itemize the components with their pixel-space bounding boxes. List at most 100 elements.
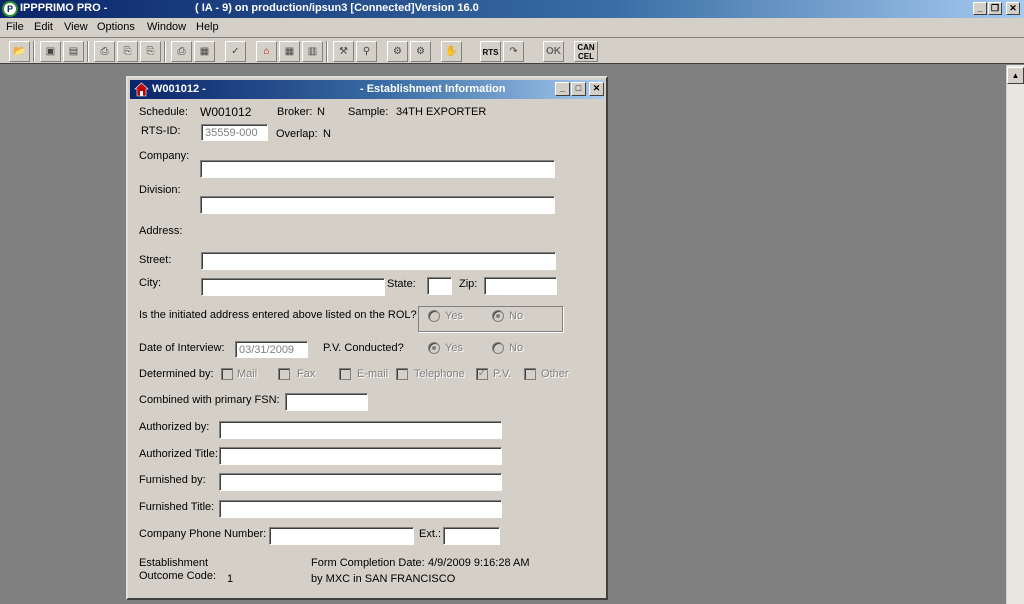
authorized-title-field[interactable] xyxy=(219,447,502,465)
authorized-by-label: Authorized by: xyxy=(139,421,210,433)
report-icon[interactable]: ▦ xyxy=(194,41,215,62)
rol-option-group xyxy=(418,306,563,332)
toolbar-separator xyxy=(33,41,35,62)
vertical-scrollbar[interactable]: ▲ xyxy=(1006,65,1024,604)
company-field[interactable] xyxy=(200,160,555,178)
form-completion-date: 4/9/2009 9:16:28 AM xyxy=(428,557,530,569)
form-completion-label: Form Completion Date: xyxy=(311,557,425,569)
search-icon[interactable]: ⚲ xyxy=(356,41,377,62)
tools-icon[interactable]: ⚒ xyxy=(333,41,354,62)
mail-label: Mail xyxy=(237,368,258,380)
sample-label: Sample: xyxy=(348,106,389,118)
checkmark-icon[interactable]: ✓ xyxy=(225,41,246,62)
rts-button[interactable]: RTS xyxy=(480,41,501,62)
menu-window[interactable]: Window xyxy=(147,21,186,33)
ext-label: Ext.: xyxy=(419,528,442,540)
app-title-bar: P IPPPRIMO PRO - ( IA - 9) on production… xyxy=(0,0,1024,18)
combined-fsn-label: Combined with primary FSN: xyxy=(139,394,280,406)
scroll-up-arrow-icon[interactable]: ▲ xyxy=(1007,67,1024,84)
pv-no-radio[interactable] xyxy=(492,342,504,354)
city-label: City: xyxy=(139,277,161,289)
state-field[interactable] xyxy=(427,277,452,295)
rts-id-label: RTS-ID: xyxy=(141,125,181,137)
app-close-button[interactable]: ✕ xyxy=(1006,2,1020,15)
fax-checkbox[interactable] xyxy=(278,368,290,380)
hand-icon[interactable]: ✋ xyxy=(441,41,462,62)
rol-no-radio[interactable] xyxy=(492,310,504,322)
other-checkbox[interactable] xyxy=(524,368,536,380)
other-label: Other xyxy=(541,368,569,380)
dialog-close-button[interactable]: ✕ xyxy=(589,82,604,96)
app-restore-button[interactable]: ❐ xyxy=(988,2,1002,15)
establishment-house-icon[interactable]: ⌂ xyxy=(256,41,277,62)
overlap-value: N xyxy=(323,128,331,140)
address-label: Address: xyxy=(139,225,183,237)
pv-yes-label: Yes xyxy=(445,342,463,354)
pv-checkbox-label: P.V. xyxy=(493,368,512,380)
overlap-label: Overlap: xyxy=(276,128,318,140)
dialog-title: - Establishment Information xyxy=(360,83,506,95)
settings-icon[interactable]: ⚙ xyxy=(387,41,408,62)
broker-value: N xyxy=(317,106,325,118)
grid-icon[interactable]: ▦ xyxy=(279,41,300,62)
menu-options[interactable]: Options xyxy=(97,21,135,33)
open-folder-icon[interactable]: 📂 xyxy=(9,41,30,62)
dialog-title-id: W001012 - xyxy=(152,83,206,95)
furnished-by-label: Furnished by: xyxy=(139,474,206,486)
gear-icon[interactable]: ⚙ xyxy=(410,41,431,62)
interview-date-field[interactable]: 03/31/2009 xyxy=(235,341,308,358)
division-field[interactable] xyxy=(200,196,555,214)
state-label: State: xyxy=(387,278,416,290)
furnished-title-label: Furnished Title: xyxy=(139,501,215,513)
ok-button[interactable]: OK xyxy=(543,41,564,62)
combined-fsn-field[interactable] xyxy=(285,393,368,411)
save-icon[interactable]: ▣ xyxy=(40,41,61,62)
authorized-title-label: Authorized Title: xyxy=(139,448,218,460)
outcome-code-value: 1 xyxy=(227,573,234,585)
sample-value: 34TH EXPORTER xyxy=(396,106,487,118)
print-icon[interactable]: ⎙ xyxy=(94,41,115,62)
email-checkbox[interactable] xyxy=(339,368,351,380)
printer-icon[interactable]: ⎙ xyxy=(171,41,192,62)
cancel-button[interactable]: CAN CEL xyxy=(574,41,598,62)
telephone-checkbox[interactable] xyxy=(396,368,408,380)
furnished-title-field[interactable] xyxy=(219,500,502,518)
dialog-maximize-button[interactable]: □ xyxy=(571,82,586,96)
menu-bar: File Edit View Options Window Help xyxy=(0,18,1024,38)
app-title: IPPPRIMO PRO - xyxy=(20,2,108,14)
outcome-label-line1: Establishment xyxy=(139,557,209,569)
company-phone-field[interactable] xyxy=(269,527,414,545)
dialog-minimize-button[interactable]: _ xyxy=(555,82,570,96)
rol-no-label: No xyxy=(509,310,524,322)
print-setup-icon[interactable]: ⎘ xyxy=(140,41,161,62)
zip-field[interactable] xyxy=(484,277,557,295)
city-field[interactable] xyxy=(201,278,385,296)
schedule-value: W001012 xyxy=(200,105,252,119)
app-minimize-button[interactable]: _ xyxy=(973,2,987,15)
rts-id-field[interactable]: 35559-000 xyxy=(201,124,268,141)
pv-conducted-label: P.V. Conducted? xyxy=(323,342,404,354)
toolbar-separator xyxy=(87,41,89,62)
print-preview-icon[interactable]: ⎘ xyxy=(117,41,138,62)
rol-yes-radio[interactable] xyxy=(428,310,440,322)
redo-arrow-icon[interactable]: ↷ xyxy=(503,41,524,62)
furnished-by-field[interactable] xyxy=(219,473,502,491)
app-logo-icon: P xyxy=(2,1,18,17)
pv-yes-radio[interactable] xyxy=(428,342,440,354)
menu-view[interactable]: View xyxy=(64,21,88,33)
email-label: E-mail xyxy=(357,368,389,380)
ext-field[interactable] xyxy=(443,527,500,545)
menu-edit[interactable]: Edit xyxy=(34,21,53,33)
save-all-icon[interactable]: ▤ xyxy=(63,41,84,62)
calendar-icon[interactable]: ▥ xyxy=(302,41,323,62)
street-field[interactable] xyxy=(201,252,556,270)
determined-by-label: Determined by: xyxy=(139,368,214,380)
authorized-by-field[interactable] xyxy=(219,421,502,439)
menu-help[interactable]: Help xyxy=(196,21,219,33)
mail-checkbox[interactable] xyxy=(221,368,233,380)
fax-label: Fax xyxy=(297,368,316,380)
interview-date-label: Date of Interview: xyxy=(139,342,225,354)
menu-file[interactable]: File xyxy=(6,21,24,33)
pv-checkbox[interactable]: ✓ xyxy=(476,368,488,380)
toolbar-separator xyxy=(326,41,328,62)
